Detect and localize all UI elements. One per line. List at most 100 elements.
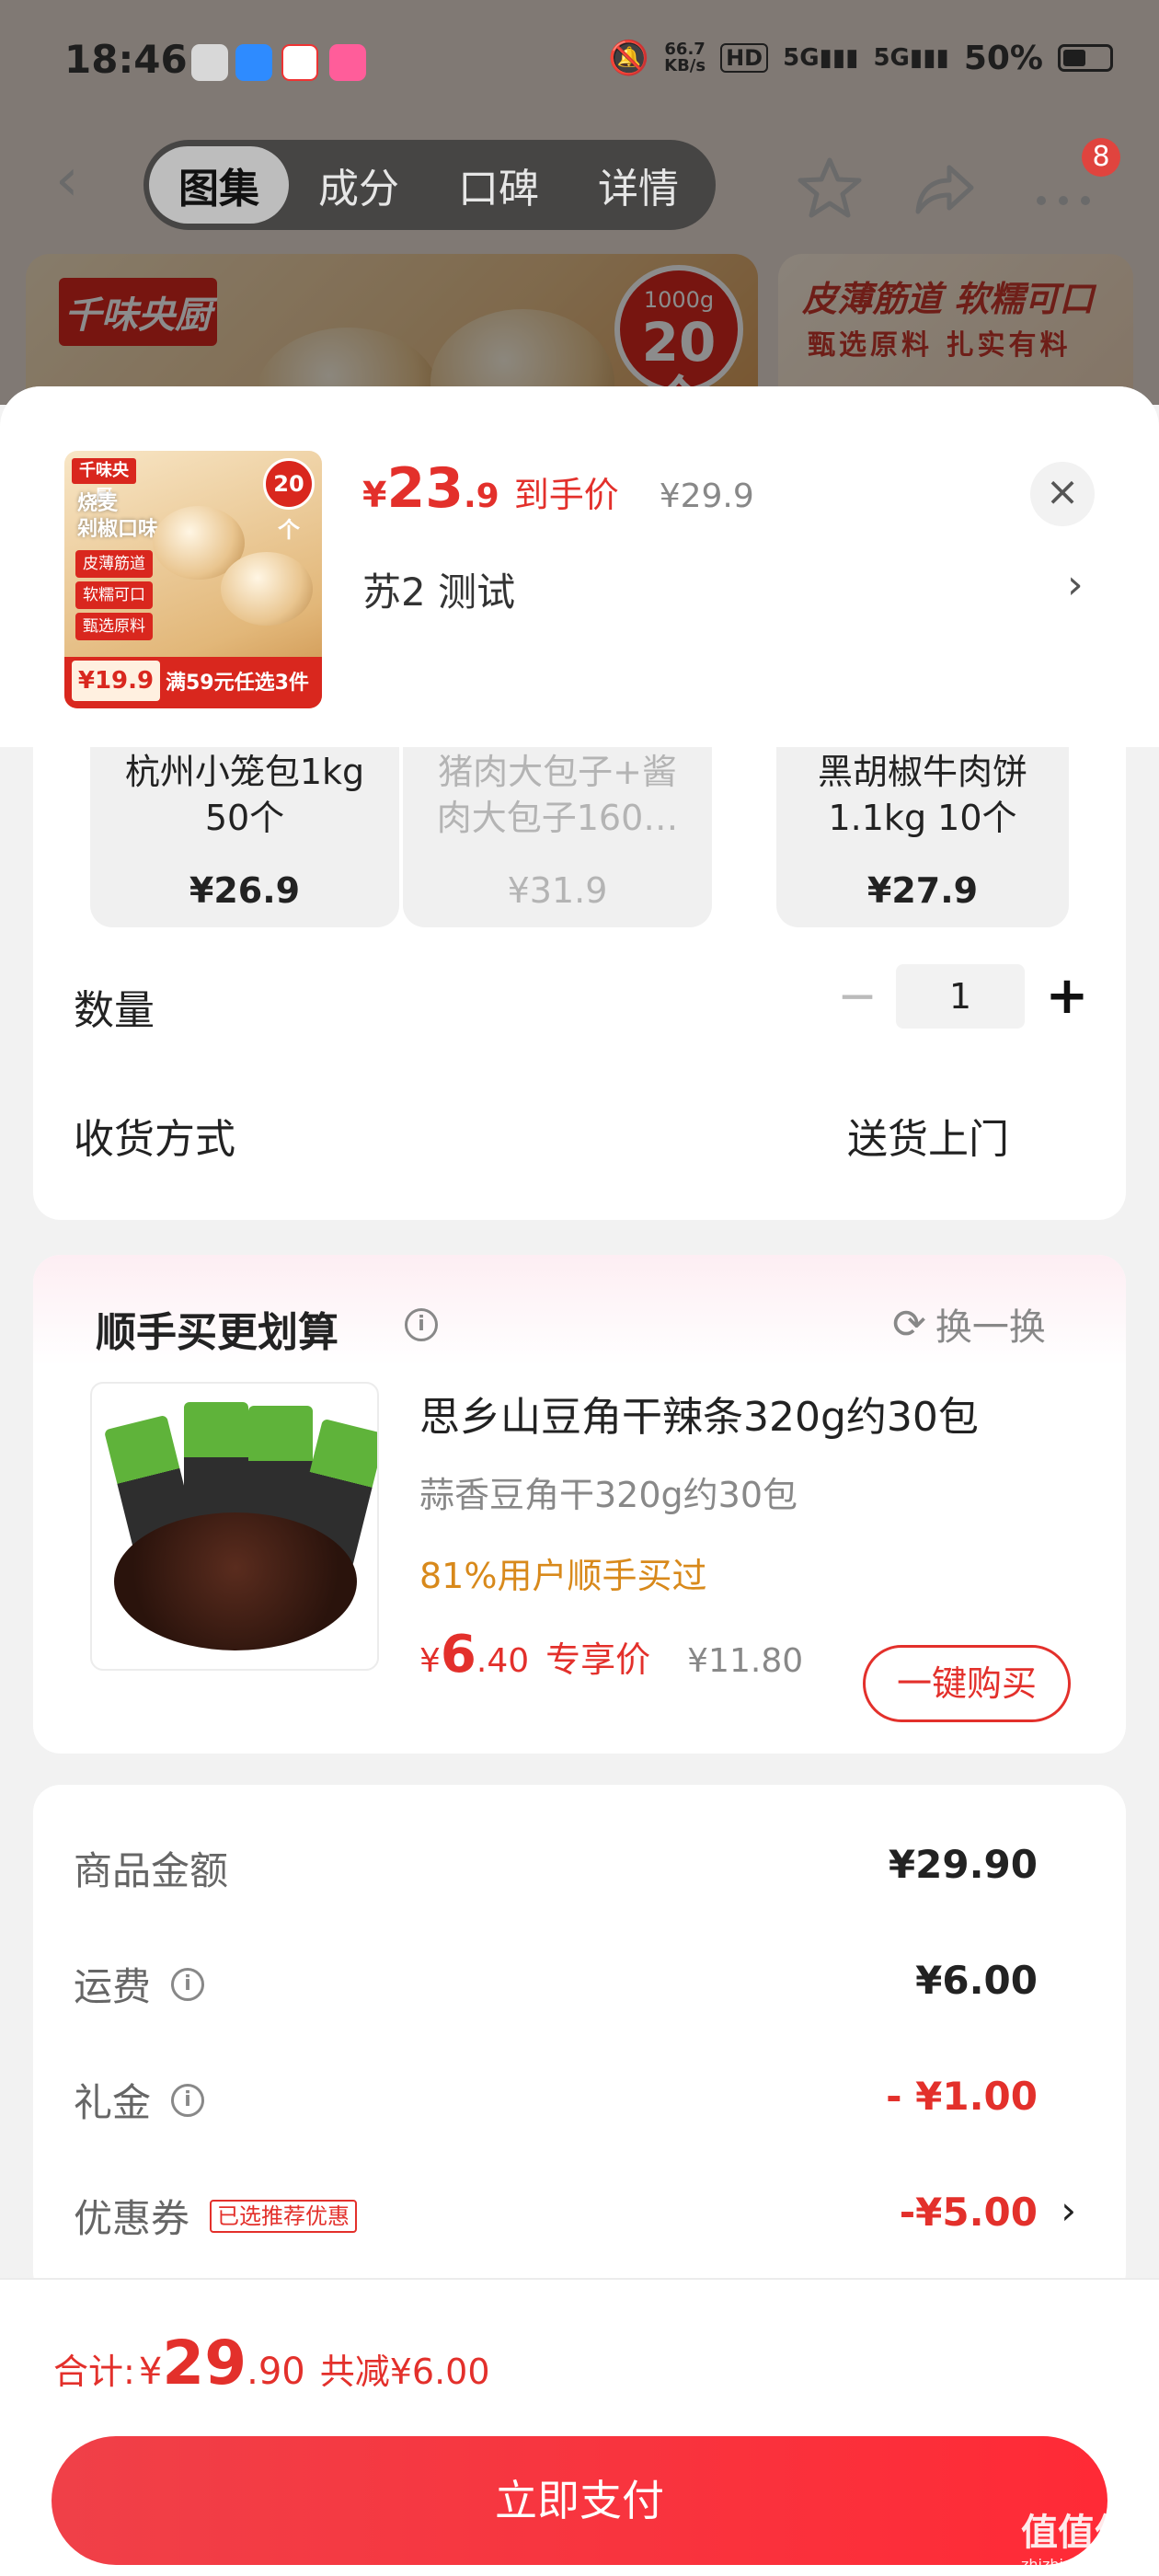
battery-icon — [1058, 44, 1113, 72]
tab-details[interactable]: 详情 — [568, 146, 708, 224]
watermark: 值值值 zhizhizhi.com — [1021, 2502, 1131, 2573]
variant-price: ¥26.9 — [189, 870, 301, 911]
quantity-input[interactable]: 1 — [896, 964, 1025, 1029]
info-icon[interactable]: i — [171, 2083, 205, 2117]
gift-credit-label: 礼金 — [74, 2080, 152, 2125]
close-button[interactable]: × — [1030, 462, 1095, 526]
summary-row-gift: 礼金 i - ¥1.00 — [74, 2061, 1085, 2134]
refresh-icon: ⟳ — [892, 1300, 926, 1348]
quantity-increase-button[interactable]: + — [1039, 964, 1095, 1029]
summary-label: 运费 i — [74, 1956, 205, 2012]
watermark-main: 值值值 — [1021, 2512, 1131, 2554]
total-saved: 共减¥6.00 — [319, 2352, 490, 2392]
addon-social-proof: 81%用户顺手买过 — [419, 1556, 707, 1596]
food-image — [114, 1512, 357, 1650]
star-icon[interactable] — [797, 155, 863, 221]
goods-amount-label: 商品金额 — [74, 1848, 229, 1893]
shipping-label: 收货方式 — [74, 1116, 235, 1163]
price-decimal: .9 — [463, 477, 499, 515]
share-icon[interactable] — [912, 155, 979, 221]
top-nav: ‹ 图集 成分 口碑 详情 — [0, 134, 1159, 236]
status-bar: 18:46 🔕 66.7 KB/s HD 5G▮▮▮ 5G▮▮▮ 50% — [0, 0, 1159, 120]
price-integer: 23 — [386, 456, 464, 521]
network-speed: 66.7 KB/s — [664, 41, 706, 75]
coupon-label: 优惠券 — [74, 2196, 190, 2241]
info-icon[interactable]: i — [171, 1967, 205, 2001]
variant-option[interactable]: 杭州小笼包1kg 50个 ¥26.9 — [90, 747, 399, 927]
signal-icon: 5G▮▮▮ — [873, 44, 949, 72]
thumb-promo: 满59元任选3件 — [166, 672, 309, 695]
back-button[interactable]: ‹ — [55, 151, 110, 210]
one-click-buy-button[interactable]: 一键购买 — [863, 1645, 1071, 1722]
total-label: 合计: — [53, 2352, 135, 2392]
tab-bar: 图集 成分 口碑 详情 — [143, 140, 716, 230]
thumb-tag: 软糯可口 — [75, 581, 153, 609]
variant-price: ¥31.9 — [507, 870, 608, 911]
thumb-title: 烧麦 剁椒口味 — [77, 492, 159, 541]
checkout-bar: 合计: ¥ 29 .90 共减¥6.00 立即支付 — [0, 2278, 1159, 2576]
variant-option[interactable]: 黑胡椒牛肉饼 1.1kg 10个 ¥27.9 — [776, 747, 1069, 927]
variant-name: 猪肉大包子+酱 肉大包子160… — [436, 752, 679, 838]
hd-icon: HD — [720, 43, 769, 73]
goods-amount-value: ¥29.90 — [888, 1842, 1038, 1887]
variant-option-disabled[interactable]: 猪肉大包子+酱 肉大包子160… ¥31.9 — [403, 747, 712, 927]
total-row: 合计: ¥ 29 .90 共减¥6.00 — [53, 2328, 490, 2398]
price-summary-card: 商品金额 ¥29.90 运费 i ¥6.00 礼金 i - ¥1.00 优惠券 … — [33, 1785, 1126, 2300]
info-icon[interactable]: i — [405, 1308, 438, 1341]
price-row: ¥ 23 .9 到手价 ¥29.9 — [362, 456, 754, 521]
total-decimal: .90 — [247, 2351, 305, 2393]
thumb-brand-logo: 千味央厨 — [72, 458, 136, 506]
summary-row-coupon[interactable]: 优惠券 已选推荐优惠 -¥5.00 › — [74, 2177, 1085, 2250]
variant-name: 黑胡椒牛肉饼 1.1kg 10个 — [817, 752, 1027, 838]
quantity-decrease-button[interactable]: − — [830, 964, 885, 1029]
quantity-label: 数量 — [74, 987, 155, 1034]
summary-row-goods: 商品金额 ¥29.90 — [74, 1829, 1085, 1903]
purchase-sheet: 千味央厨 20个 烧麦 剁椒口味 皮薄筋道 软糯可口 甄选原料 ¥19.9 满5… — [0, 386, 1159, 2576]
thumb-tag: 皮薄筋道 — [75, 550, 153, 578]
refresh-button[interactable]: ⟳ 换一换 — [892, 1297, 1046, 1351]
addon-title: 顺手买更划算 — [96, 1309, 339, 1356]
shipping-fee-value: ¥6.00 — [915, 1958, 1038, 2003]
original-price: ¥29.9 — [659, 477, 754, 515]
shipping-fee-label: 运费 — [74, 1964, 152, 2009]
status-right: 🔕 66.7 KB/s HD 5G▮▮▮ 5G▮▮▮ 50% — [608, 39, 1113, 77]
refresh-label: 换一换 — [935, 1306, 1046, 1349]
chevron-right-icon[interactable]: › — [1061, 2188, 1076, 2233]
price-currency: ¥ — [362, 475, 387, 515]
addon-price-decimal: .40 — [476, 1642, 530, 1680]
total-currency: ¥ — [138, 2351, 163, 2393]
net-speed-unit: KB/s — [664, 56, 706, 75]
product-thumbnail: 千味央厨 20个 烧麦 剁椒口味 皮薄筋道 软糯可口 甄选原料 ¥19.9 满5… — [64, 451, 322, 708]
map-notification-icon — [281, 44, 318, 81]
food-image — [221, 552, 313, 626]
notification-badge: 8 — [1082, 138, 1120, 177]
watermark-sub: zhizhizhi.com — [1021, 2556, 1121, 2573]
options-card: 杭州小笼包1kg 50个 ¥26.9 猪肉大包子+酱 肉大包子160… ¥31.… — [33, 747, 1126, 1220]
tab-reviews[interactable]: 口碑 — [429, 146, 568, 224]
shipping-method[interactable]: 送货上门 — [847, 1106, 1009, 1165]
coupon-value: -¥5.00 — [899, 2190, 1038, 2235]
app-notification-icon — [329, 44, 366, 81]
battery-percent: 50% — [963, 39, 1043, 77]
signal-icon: 5G▮▮▮ — [783, 44, 859, 72]
variant-price: ¥27.9 — [866, 870, 979, 911]
summary-label: 商品金额 — [74, 1840, 228, 1896]
sheet-header: 千味央厨 20个 烧麦 剁椒口味 皮薄筋道 软糯可口 甄选原料 ¥19.9 满5… — [0, 386, 1159, 747]
addon-product-name[interactable]: 思乡山豆角干辣条320g约30包 — [419, 1384, 979, 1443]
selected-variant[interactable]: 苏2 测试 — [362, 561, 515, 617]
thumb-count-bubble: 20个 — [263, 458, 315, 543]
addon-product-spec: 蒜香豆角干320g约30包 — [419, 1475, 798, 1515]
chevron-right-icon[interactable]: › — [1067, 561, 1084, 608]
addon-card: 顺手买更划算 i ⟳ 换一换 思乡山豆角干辣条320g约30包 蒜香豆角干320… — [33, 1255, 1126, 1754]
tab-ingredients[interactable]: 成分 — [289, 146, 429, 224]
addon-product-image[interactable] — [90, 1382, 379, 1671]
app-notification-icon — [235, 44, 272, 81]
tab-gallery[interactable]: 图集 — [149, 146, 289, 224]
total-integer: 29 — [162, 2328, 247, 2398]
status-time: 18:46 — [64, 37, 188, 82]
mute-icon: 🔕 — [608, 40, 650, 77]
pay-now-button[interactable]: 立即支付 — [52, 2436, 1107, 2565]
summary-label: 礼金 i — [74, 2072, 205, 2128]
addon-price-currency: ¥ — [419, 1642, 441, 1680]
thumb-tag: 甄选原料 — [75, 613, 153, 640]
